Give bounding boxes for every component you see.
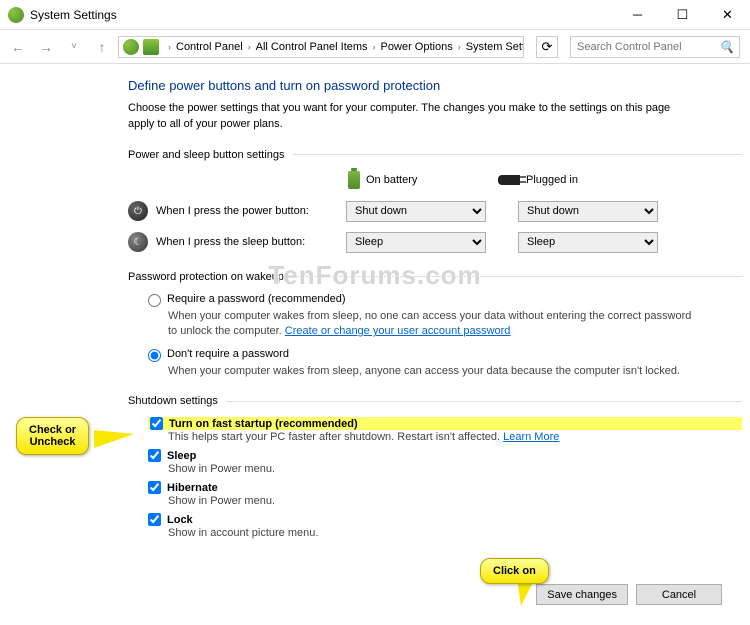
- column-headers: On battery Plugged in: [348, 171, 742, 189]
- no-password-desc: When your computer wakes from sleep, any…: [168, 364, 698, 379]
- chevron-right-icon: ›: [368, 42, 381, 52]
- hibernate-label: Hibernate: [167, 482, 218, 494]
- fast-startup-option: Turn on fast startup (recommended) This …: [148, 417, 742, 443]
- window-controls: ─ ☐ ✕: [615, 0, 750, 29]
- chevron-right-icon: ›: [163, 42, 176, 52]
- require-password-option: Require a password (recommended) When yo…: [148, 293, 742, 340]
- page-heading: Define power buttons and turn on passwor…: [128, 78, 742, 93]
- sleep-button-label: When I press the sleep button:: [156, 236, 346, 248]
- up-button[interactable]: ↑: [90, 35, 114, 59]
- breadcrumb-item[interactable]: All Control Panel Items: [256, 41, 368, 53]
- power-plugged-select[interactable]: Shut down: [518, 201, 658, 222]
- refresh-button[interactable]: ⟳: [536, 36, 558, 58]
- power-on-battery-select[interactable]: Shut down: [346, 201, 486, 222]
- fast-startup-desc: This helps start your PC faster after sh…: [168, 431, 742, 443]
- require-password-label: Require a password (recommended): [167, 293, 346, 305]
- sleep-option: Sleep Show in Power menu.: [148, 449, 742, 475]
- moon-icon: ☾: [128, 232, 148, 252]
- no-password-radio[interactable]: [148, 349, 161, 362]
- hibernate-checkbox[interactable]: [148, 481, 161, 494]
- sleep-on-battery-select[interactable]: Sleep: [346, 232, 486, 253]
- close-button[interactable]: ✕: [705, 0, 750, 29]
- title-bar: System Settings ─ ☐ ✕: [0, 0, 750, 30]
- footer-buttons: Save changes Cancel: [536, 584, 722, 605]
- sleep-desc: Show in Power menu.: [168, 463, 742, 475]
- window-title: System Settings: [30, 8, 117, 22]
- fast-startup-label: Turn on fast startup (recommended): [169, 418, 358, 430]
- search-input[interactable]: [577, 41, 719, 53]
- on-battery-header: On battery: [366, 174, 417, 186]
- plugged-in-header: Plugged in: [526, 174, 578, 186]
- back-button[interactable]: ←: [6, 35, 30, 59]
- battery-icon: [348, 171, 360, 189]
- lock-checkbox[interactable]: [148, 513, 161, 526]
- minimize-button[interactable]: ─: [615, 0, 660, 29]
- content-pane: Define power buttons and turn on passwor…: [0, 64, 750, 539]
- cp-icon: [123, 39, 139, 55]
- section-password: Password protection on wakeup: [128, 271, 742, 283]
- search-box[interactable]: 🔍: [570, 36, 740, 58]
- folder-icon: [143, 39, 159, 55]
- callout-check-uncheck: Check orUncheck: [16, 417, 89, 455]
- no-password-option: Don't require a password When your compu…: [148, 348, 742, 379]
- no-password-label: Don't require a password: [167, 348, 289, 360]
- power-icon: ⏻: [128, 201, 148, 221]
- sleep-plugged-select[interactable]: Sleep: [518, 232, 658, 253]
- breadcrumb-item[interactable]: Control Panel: [176, 41, 243, 53]
- power-button-label: When I press the power button:: [156, 205, 346, 217]
- page-subheading: Choose the power settings that you want …: [128, 101, 688, 133]
- hibernate-option: Hibernate Show in Power menu.: [148, 481, 742, 507]
- nav-toolbar: ← → ˅ ↑ › Control Panel › All Control Pa…: [0, 30, 750, 64]
- recent-dropdown[interactable]: ˅: [62, 35, 86, 59]
- app-icon: [8, 7, 24, 23]
- forward-button[interactable]: →: [34, 35, 58, 59]
- require-password-desc: When your computer wakes from sleep, no …: [168, 309, 698, 340]
- maximize-button[interactable]: ☐: [660, 0, 705, 29]
- lock-desc: Show in account picture menu.: [168, 527, 742, 539]
- breadcrumb[interactable]: › Control Panel › All Control Panel Item…: [118, 36, 524, 58]
- save-button[interactable]: Save changes: [536, 584, 628, 605]
- breadcrumb-item[interactable]: Power Options: [381, 41, 453, 53]
- lock-option: Lock Show in account picture menu.: [148, 513, 742, 539]
- section-power-sleep: Power and sleep button settings: [128, 149, 742, 161]
- create-password-link[interactable]: Create or change your user account passw…: [285, 325, 511, 337]
- lock-label: Lock: [167, 514, 193, 526]
- hibernate-desc: Show in Power menu.: [168, 495, 742, 507]
- fast-startup-checkbox[interactable]: [150, 417, 163, 430]
- callout-tail: [94, 430, 134, 448]
- sleep-label: Sleep: [167, 450, 196, 462]
- sleep-checkbox[interactable]: [148, 449, 161, 462]
- chevron-right-icon: ›: [453, 42, 466, 52]
- breadcrumb-item[interactable]: System Settings: [466, 41, 524, 53]
- require-password-radio[interactable]: [148, 294, 161, 307]
- chevron-right-icon: ›: [243, 42, 256, 52]
- plug-icon: [498, 175, 520, 185]
- learn-more-link[interactable]: Learn More: [503, 431, 559, 443]
- cancel-button[interactable]: Cancel: [636, 584, 722, 605]
- search-icon: 🔍: [719, 40, 734, 54]
- sleep-button-row: ☾ When I press the sleep button: Sleep S…: [128, 232, 742, 253]
- power-button-row: ⏻ When I press the power button: Shut do…: [128, 201, 742, 222]
- section-shutdown: Shutdown settings: [128, 395, 742, 407]
- callout-click-on: Click on: [480, 558, 549, 584]
